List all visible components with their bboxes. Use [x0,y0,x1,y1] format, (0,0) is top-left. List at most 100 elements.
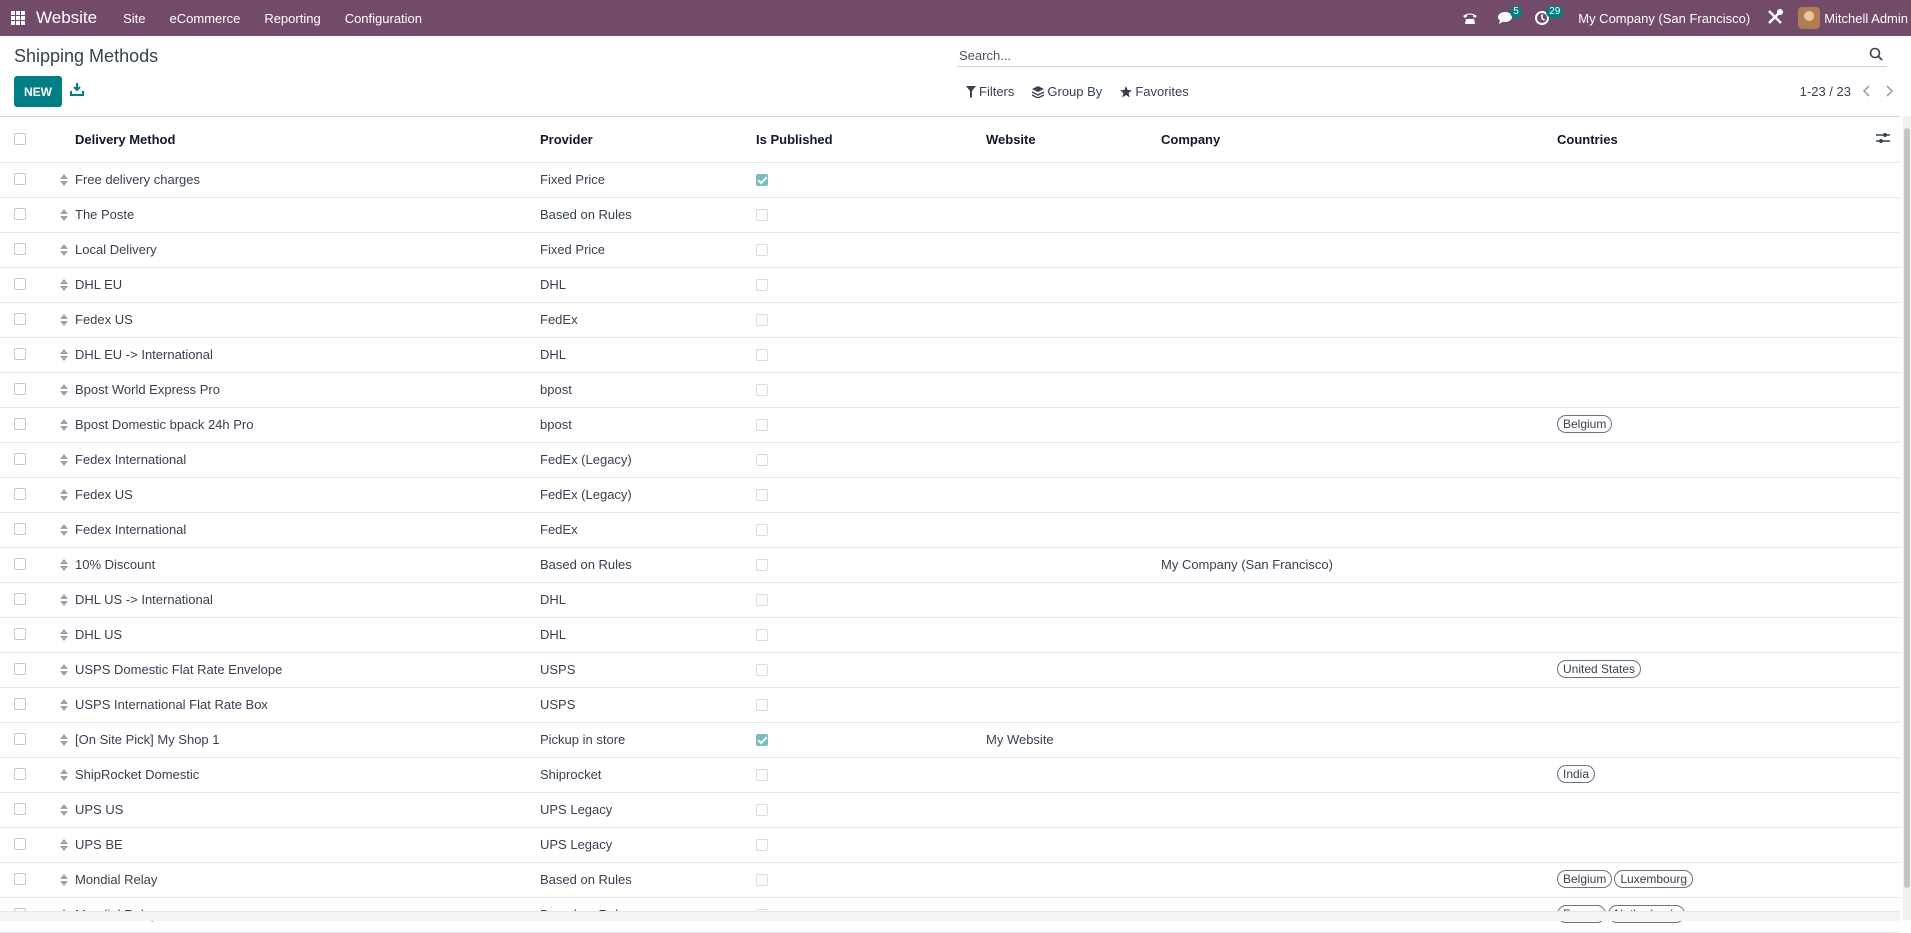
table-row[interactable]: UPS BE UPS Legacy [0,828,1900,863]
drag-handle-icon[interactable] [60,559,68,571]
table-row[interactable]: Free delivery charges Fixed Price [0,163,1900,198]
menu-site[interactable]: Site [111,11,157,26]
drag-handle-icon[interactable] [60,734,68,746]
table-row[interactable]: Bpost World Express Pro bpost [0,373,1900,408]
row-select-checkbox[interactable] [14,208,26,220]
row-select-checkbox[interactable] [14,348,26,360]
delivery-method-name[interactable]: Fedex International [75,522,186,537]
table-row[interactable]: DHL US -> International DHL [0,583,1900,618]
table-row[interactable]: 10% Discount Based on Rules My Company (Sa… [0,548,1900,583]
delivery-method-name[interactable]: Bpost Domestic bpack 24h Pro [75,417,253,432]
drag-handle-icon[interactable] [60,349,68,361]
row-select-checkbox[interactable] [14,803,26,815]
delivery-method-name[interactable]: The Poste [75,207,134,222]
column-header-is-published[interactable]: Is Published [756,132,833,147]
column-header-website[interactable]: Website [986,132,1036,147]
download-icon[interactable] [70,82,88,100]
column-header-delivery-method[interactable]: Delivery Method [75,132,175,147]
table-row[interactable]: USPS Domestic Flat Rate Envelope USPS Unit… [0,653,1900,688]
table-row[interactable]: USPS International Flat Rate Box USPS [0,688,1900,723]
favorites-button[interactable]: Favorites [1120,84,1189,99]
drag-handle-icon[interactable] [60,419,68,431]
drag-handle-icon[interactable] [60,664,68,676]
drag-handle-icon[interactable] [60,489,68,501]
delivery-method-name[interactable]: USPS Domestic Flat Rate Envelope [75,662,282,677]
menu-configuration[interactable]: Configuration [333,11,434,26]
table-row[interactable]: Mondial Relay Based on Rules Belgium Luxemb… [0,863,1900,898]
phone-icon[interactable] [1456,0,1484,36]
activity-clock-icon[interactable]: 29 [1528,0,1564,36]
filters-button[interactable]: Filters [966,84,1014,99]
group-by-button[interactable]: Group By [1032,84,1102,99]
drag-handle-icon[interactable] [60,874,68,886]
delivery-method-name[interactable]: DHL US [75,627,122,642]
drag-handle-icon[interactable] [60,314,68,326]
column-header-company[interactable]: Company [1161,132,1220,147]
delivery-method-name[interactable]: UPS US [75,802,123,817]
row-select-checkbox[interactable] [14,628,26,640]
drag-handle-icon[interactable] [60,769,68,781]
drag-handle-icon[interactable] [60,209,68,221]
drag-handle-icon[interactable] [60,839,68,851]
drag-handle-icon[interactable] [60,279,68,291]
vertical-scrollbar[interactable] [1903,116,1911,920]
table-row[interactable]: ShipRocket Domestic Shiprocket India [0,758,1900,793]
delivery-method-name[interactable]: DHL US -> International [75,592,213,607]
delivery-method-name[interactable]: DHL EU [75,277,122,292]
messages-icon[interactable]: 5 [1492,0,1522,36]
scrollbar-thumb[interactable] [1904,128,1910,888]
app-name[interactable]: Website [36,8,97,28]
drag-handle-icon[interactable] [60,244,68,256]
row-select-checkbox[interactable] [14,383,26,395]
row-select-checkbox[interactable] [14,243,26,255]
user-menu[interactable]: Mitchell Admin [1824,11,1908,26]
app-grid-icon[interactable] [11,11,25,25]
select-all-checkbox[interactable] [14,133,26,145]
delivery-method-name[interactable]: [On Site Pick] My Shop 1 [75,732,220,747]
table-row[interactable]: DHL US DHL [0,618,1900,653]
delivery-method-name[interactable]: UPS BE [75,837,123,852]
row-select-checkbox[interactable] [14,698,26,710]
search-icon[interactable] [1869,47,1883,64]
table-row[interactable]: Bpost Domestic bpack 24h Pro bpost Belgium [0,408,1900,443]
delivery-method-name[interactable]: ShipRocket Domestic [75,767,199,782]
row-select-checkbox[interactable] [14,418,26,430]
row-select-checkbox[interactable] [14,453,26,465]
new-button[interactable]: NEW [14,76,62,107]
row-select-checkbox[interactable] [14,873,26,885]
row-select-checkbox[interactable] [14,663,26,675]
row-select-checkbox[interactable] [14,278,26,290]
drag-handle-icon[interactable] [60,384,68,396]
menu-reporting[interactable]: Reporting [252,11,332,26]
table-row[interactable]: Fedex US FedEx (Legacy) [0,478,1900,513]
table-row[interactable]: Local Delivery Fixed Price [0,233,1900,268]
table-row[interactable]: UPS US UPS Legacy [0,793,1900,828]
table-row[interactable]: DHL EU DHL [0,268,1900,303]
delivery-method-name[interactable]: DHL EU -> International [75,347,213,362]
table-row[interactable]: [On Site Pick] My Shop 1 Pickup in store M… [0,723,1900,758]
row-select-checkbox[interactable] [14,523,26,535]
delivery-method-name[interactable]: Local Delivery [75,242,157,257]
column-header-countries[interactable]: Countries [1557,132,1618,147]
table-row[interactable]: DHL EU -> International DHL [0,338,1900,373]
column-header-provider[interactable]: Provider [540,132,593,147]
table-row[interactable]: Fedex International FedEx (Legacy) [0,443,1900,478]
drag-handle-icon[interactable] [60,629,68,641]
search-input[interactable] [957,47,1861,63]
row-select-checkbox[interactable] [14,768,26,780]
delivery-method-name[interactable]: Mondial Relay [75,872,157,887]
drag-handle-icon[interactable] [60,454,68,466]
table-row[interactable]: Fedex International FedEx [0,513,1900,548]
delivery-method-name[interactable]: Fedex International [75,452,186,467]
drag-handle-icon[interactable] [60,699,68,711]
row-select-checkbox[interactable] [14,558,26,570]
pager-next-icon[interactable] [1884,84,1896,98]
delivery-method-name[interactable]: 10% Discount [75,557,155,572]
row-select-checkbox[interactable] [14,313,26,325]
pager-previous-icon[interactable] [1862,84,1874,98]
menu-ecommerce[interactable]: eCommerce [158,11,253,26]
company-switcher[interactable]: My Company (San Francisco) [1578,11,1750,26]
delivery-method-name[interactable]: Free delivery charges [75,172,200,187]
delivery-method-name[interactable]: Fedex US [75,487,133,502]
drag-handle-icon[interactable] [60,174,68,186]
